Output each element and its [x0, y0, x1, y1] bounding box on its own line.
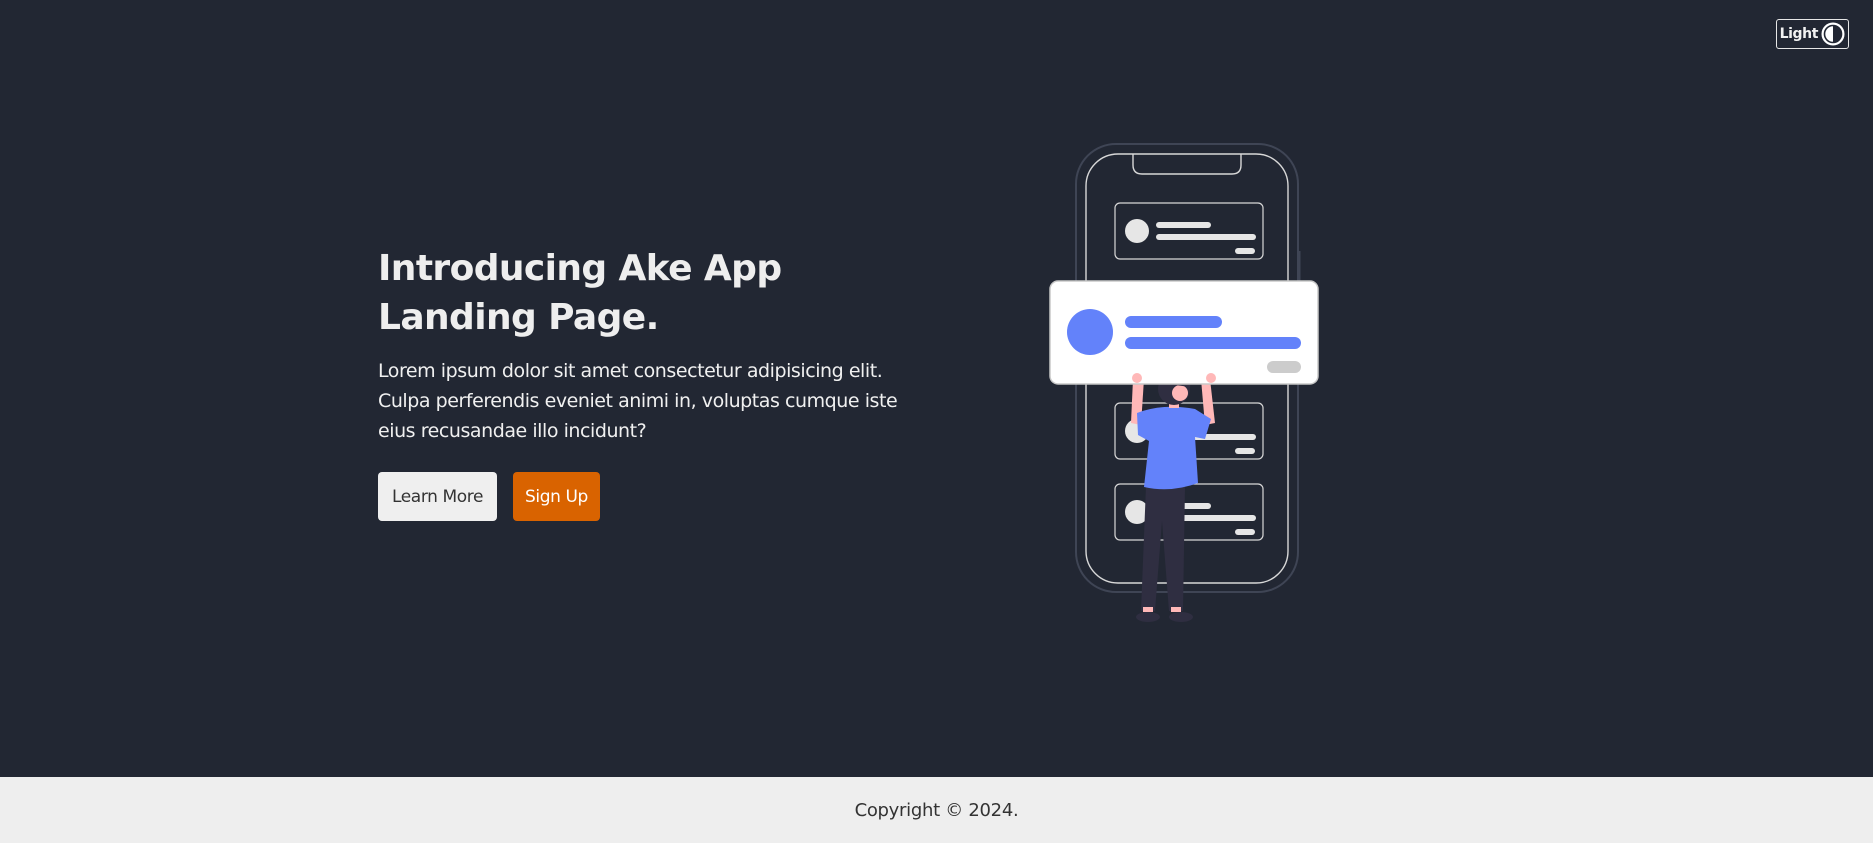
hero-button-row: Learn More Sign Up	[378, 472, 938, 521]
contrast-icon	[1821, 22, 1845, 46]
theme-toggle-label: Light	[1779, 26, 1819, 42]
phone-person-illustration	[1045, 141, 1335, 626]
footer: Copyright © 2024.	[0, 777, 1873, 843]
hero-title: Introducing Ake App Landing Page.	[378, 244, 938, 342]
hero-description: Lorem ipsum dolor sit amet consectetur a…	[378, 360, 898, 442]
theme-toggle-button[interactable]: Light	[1775, 19, 1849, 49]
learn-more-button[interactable]: Learn More	[378, 472, 497, 521]
hero-text-block: Introducing Ake App Landing Page. Lorem …	[378, 244, 938, 521]
hero-section: Light Introducing Ake App Landing Page. …	[0, 0, 1873, 777]
hero-title-line-2: Landing Page.	[378, 297, 659, 338]
hero-title-line-1: Introducing Ake App	[378, 248, 782, 289]
copyright-text: Copyright © 2024.	[854, 799, 1019, 821]
sign-up-button[interactable]: Sign Up	[513, 472, 600, 521]
